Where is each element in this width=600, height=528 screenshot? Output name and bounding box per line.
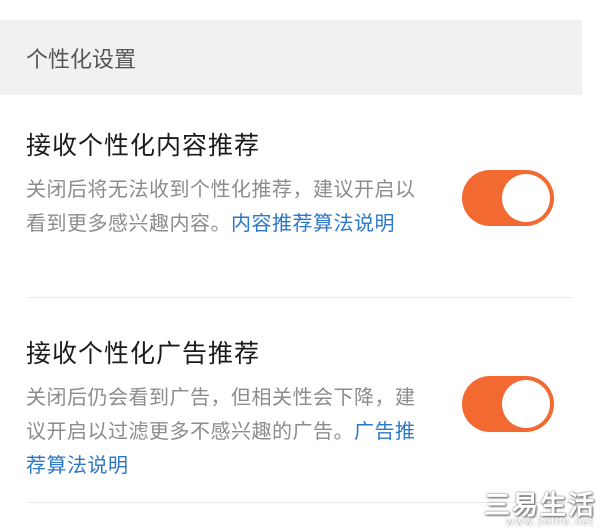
setting-title: 接收个性化广告推荐 (26, 339, 261, 368)
toggle-knob (502, 380, 550, 428)
setting-description: 关闭后仍会看到广告，但相关性会下降，建议开启以过滤更多不感兴趣的广告。广告推荐算… (26, 380, 418, 482)
setting-item-ad-recommendation: 接收个性化广告推荐 关闭后仍会看到广告，但相关性会下降，建议开启以过滤更多不感兴… (0, 318, 600, 504)
ad-recommendation-toggle[interactable] (462, 376, 554, 432)
section-header: 个性化设置 (0, 20, 582, 95)
setting-title: 接收个性化内容推荐 (26, 131, 261, 160)
setting-description: 关闭后将无法收到个性化推荐，建议开启以看到更多感兴趣内容。内容推荐算法说明 (26, 172, 418, 240)
watermark-url: www.3elife.net (505, 517, 594, 528)
setting-item-content-recommendation: 接收个性化内容推荐 关闭后将无法收到个性化推荐，建议开启以看到更多感兴趣内容。内… (0, 110, 600, 296)
content-algorithm-link[interactable]: 内容推荐算法说明 (231, 211, 395, 235)
content-recommendation-toggle[interactable] (462, 170, 554, 226)
section-header-label: 个性化设置 (26, 47, 137, 73)
settings-page: 个性化设置 接收个性化内容推荐 关闭后将无法收到个性化推荐，建议开启以看到更多感… (0, 0, 600, 528)
toggle-knob (502, 174, 550, 222)
divider (26, 297, 574, 298)
